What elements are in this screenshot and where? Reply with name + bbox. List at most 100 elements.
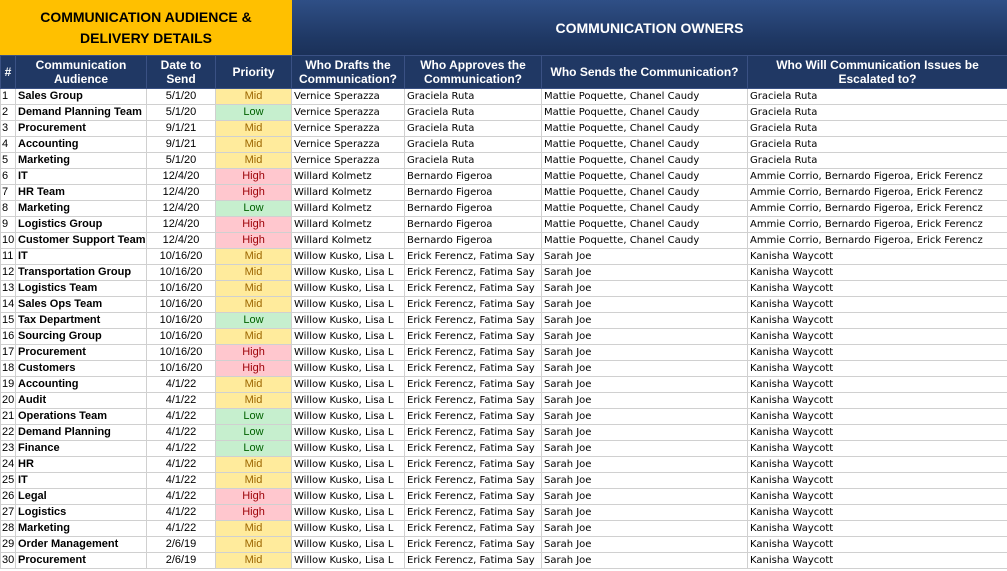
row-number-cell[interactable]: 28 bbox=[0, 520, 16, 537]
approves-cell[interactable]: Erick Ferencz, Fatima Say bbox=[404, 488, 542, 505]
escalated-cell[interactable]: Graciela Ruta bbox=[747, 152, 1007, 169]
date-cell[interactable]: 9/1/21 bbox=[146, 120, 216, 137]
audience-cell[interactable]: Customers bbox=[15, 360, 147, 377]
approves-cell[interactable]: Erick Ferencz, Fatima Say bbox=[404, 360, 542, 377]
date-cell[interactable]: 10/16/20 bbox=[146, 248, 216, 265]
sends-cell[interactable]: Sarah Joe bbox=[541, 376, 748, 393]
date-cell[interactable]: 12/4/20 bbox=[146, 232, 216, 249]
audience-cell[interactable]: Demand Planning Team bbox=[15, 104, 147, 121]
audience-banner[interactable]: COMMUNICATION AUDIENCE & DELIVERY DETAIL… bbox=[0, 0, 292, 55]
drafts-cell[interactable]: Willow Kusko, Lisa L bbox=[291, 552, 405, 569]
row-number-cell[interactable]: 18 bbox=[0, 360, 16, 377]
approves-cell[interactable]: Erick Ferencz, Fatima Say bbox=[404, 456, 542, 473]
sends-cell[interactable]: Mattie Poquette, Chanel Caudy bbox=[541, 200, 748, 217]
drafts-cell[interactable]: Willow Kusko, Lisa L bbox=[291, 536, 405, 553]
approves-cell[interactable]: Erick Ferencz, Fatima Say bbox=[404, 344, 542, 361]
row-number-cell[interactable]: 13 bbox=[0, 280, 16, 297]
escalated-cell[interactable]: Kanisha Waycott bbox=[747, 360, 1007, 377]
sends-cell[interactable]: Sarah Joe bbox=[541, 520, 748, 537]
sends-cell[interactable]: Sarah Joe bbox=[541, 280, 748, 297]
row-number-cell[interactable]: 26 bbox=[0, 488, 16, 505]
date-cell[interactable]: 12/4/20 bbox=[146, 200, 216, 217]
sends-cell[interactable]: Sarah Joe bbox=[541, 248, 748, 265]
row-number-cell[interactable]: 25 bbox=[0, 472, 16, 489]
priority-cell[interactable]: High bbox=[215, 216, 292, 233]
approves-cell[interactable]: Erick Ferencz, Fatima Say bbox=[404, 264, 542, 281]
escalated-cell[interactable]: Ammie Corrio, Bernardo Figeroa, Erick Fe… bbox=[747, 216, 1007, 233]
sends-cell[interactable]: Mattie Poquette, Chanel Caudy bbox=[541, 216, 748, 233]
sends-cell[interactable]: Sarah Joe bbox=[541, 456, 748, 473]
audience-cell[interactable]: Logistics Team bbox=[15, 280, 147, 297]
sends-cell[interactable]: Sarah Joe bbox=[541, 552, 748, 569]
priority-cell[interactable]: Low bbox=[215, 200, 292, 217]
approves-cell[interactable]: Bernardo Figeroa bbox=[404, 184, 542, 201]
escalated-cell[interactable]: Kanisha Waycott bbox=[747, 440, 1007, 457]
date-cell[interactable]: 4/1/22 bbox=[146, 408, 216, 425]
priority-cell[interactable]: Mid bbox=[215, 248, 292, 265]
sends-cell[interactable]: Sarah Joe bbox=[541, 264, 748, 281]
sends-cell[interactable]: Sarah Joe bbox=[541, 440, 748, 457]
approves-cell[interactable]: Erick Ferencz, Fatima Say bbox=[404, 392, 542, 409]
escalated-cell[interactable]: Kanisha Waycott bbox=[747, 296, 1007, 313]
escalated-cell[interactable]: Kanisha Waycott bbox=[747, 552, 1007, 569]
audience-cell[interactable]: Logistics bbox=[15, 504, 147, 521]
escalated-cell[interactable]: Kanisha Waycott bbox=[747, 408, 1007, 425]
sends-cell[interactable]: Mattie Poquette, Chanel Caudy bbox=[541, 152, 748, 169]
approves-cell[interactable]: Erick Ferencz, Fatima Say bbox=[404, 472, 542, 489]
escalated-cell[interactable]: Graciela Ruta bbox=[747, 88, 1007, 105]
row-number-cell[interactable]: 1 bbox=[0, 88, 16, 105]
approves-cell[interactable]: Erick Ferencz, Fatima Say bbox=[404, 408, 542, 425]
date-cell[interactable]: 10/16/20 bbox=[146, 280, 216, 297]
audience-cell[interactable]: Demand Planning bbox=[15, 424, 147, 441]
priority-cell[interactable]: Mid bbox=[215, 392, 292, 409]
priority-cell[interactable]: High bbox=[215, 184, 292, 201]
priority-cell[interactable]: Mid bbox=[215, 552, 292, 569]
escalated-cell[interactable]: Kanisha Waycott bbox=[747, 424, 1007, 441]
priority-cell[interactable]: Low bbox=[215, 312, 292, 329]
header-sends[interactable]: Who Sends the Communication? bbox=[541, 55, 748, 89]
date-cell[interactable]: 12/4/20 bbox=[146, 216, 216, 233]
approves-cell[interactable]: Graciela Ruta bbox=[404, 104, 542, 121]
row-number-cell[interactable]: 16 bbox=[0, 328, 16, 345]
approves-cell[interactable]: Erick Ferencz, Fatima Say bbox=[404, 440, 542, 457]
audience-cell[interactable]: Sales Group bbox=[15, 88, 147, 105]
date-cell[interactable]: 10/16/20 bbox=[146, 312, 216, 329]
date-cell[interactable]: 4/1/22 bbox=[146, 472, 216, 489]
row-number-cell[interactable]: 22 bbox=[0, 424, 16, 441]
approves-cell[interactable]: Graciela Ruta bbox=[404, 120, 542, 137]
priority-cell[interactable]: High bbox=[215, 168, 292, 185]
row-number-cell[interactable]: 21 bbox=[0, 408, 16, 425]
audience-cell[interactable]: Marketing bbox=[15, 152, 147, 169]
escalated-cell[interactable]: Ammie Corrio, Bernardo Figeroa, Erick Fe… bbox=[747, 168, 1007, 185]
audience-cell[interactable]: IT bbox=[15, 168, 147, 185]
drafts-cell[interactable]: Willow Kusko, Lisa L bbox=[291, 424, 405, 441]
header-priority[interactable]: Priority bbox=[215, 55, 292, 89]
sends-cell[interactable]: Mattie Poquette, Chanel Caudy bbox=[541, 120, 748, 137]
audience-cell[interactable]: Accounting bbox=[15, 136, 147, 153]
approves-cell[interactable]: Bernardo Figeroa bbox=[404, 168, 542, 185]
priority-cell[interactable]: High bbox=[215, 232, 292, 249]
priority-cell[interactable]: Mid bbox=[215, 376, 292, 393]
sends-cell[interactable]: Sarah Joe bbox=[541, 360, 748, 377]
date-cell[interactable]: 4/1/22 bbox=[146, 456, 216, 473]
audience-cell[interactable]: Order Management bbox=[15, 536, 147, 553]
row-number-cell[interactable]: 2 bbox=[0, 104, 16, 121]
row-number-cell[interactable]: 11 bbox=[0, 248, 16, 265]
priority-cell[interactable]: Mid bbox=[215, 120, 292, 137]
approves-cell[interactable]: Bernardo Figeroa bbox=[404, 216, 542, 233]
approves-cell[interactable]: Bernardo Figeroa bbox=[404, 232, 542, 249]
row-number-cell[interactable]: 6 bbox=[0, 168, 16, 185]
priority-cell[interactable]: Mid bbox=[215, 264, 292, 281]
priority-cell[interactable]: Mid bbox=[215, 328, 292, 345]
drafts-cell[interactable]: Willow Kusko, Lisa L bbox=[291, 312, 405, 329]
row-number-cell[interactable]: 10 bbox=[0, 232, 16, 249]
drafts-cell[interactable]: Vernice Sperazza bbox=[291, 152, 405, 169]
escalated-cell[interactable]: Kanisha Waycott bbox=[747, 456, 1007, 473]
priority-cell[interactable]: Low bbox=[215, 424, 292, 441]
escalated-cell[interactable]: Kanisha Waycott bbox=[747, 312, 1007, 329]
row-number-cell[interactable]: 4 bbox=[0, 136, 16, 153]
priority-cell[interactable]: Low bbox=[215, 440, 292, 457]
audience-cell[interactable]: Procurement bbox=[15, 344, 147, 361]
escalated-cell[interactable]: Kanisha Waycott bbox=[747, 264, 1007, 281]
drafts-cell[interactable]: Willow Kusko, Lisa L bbox=[291, 440, 405, 457]
